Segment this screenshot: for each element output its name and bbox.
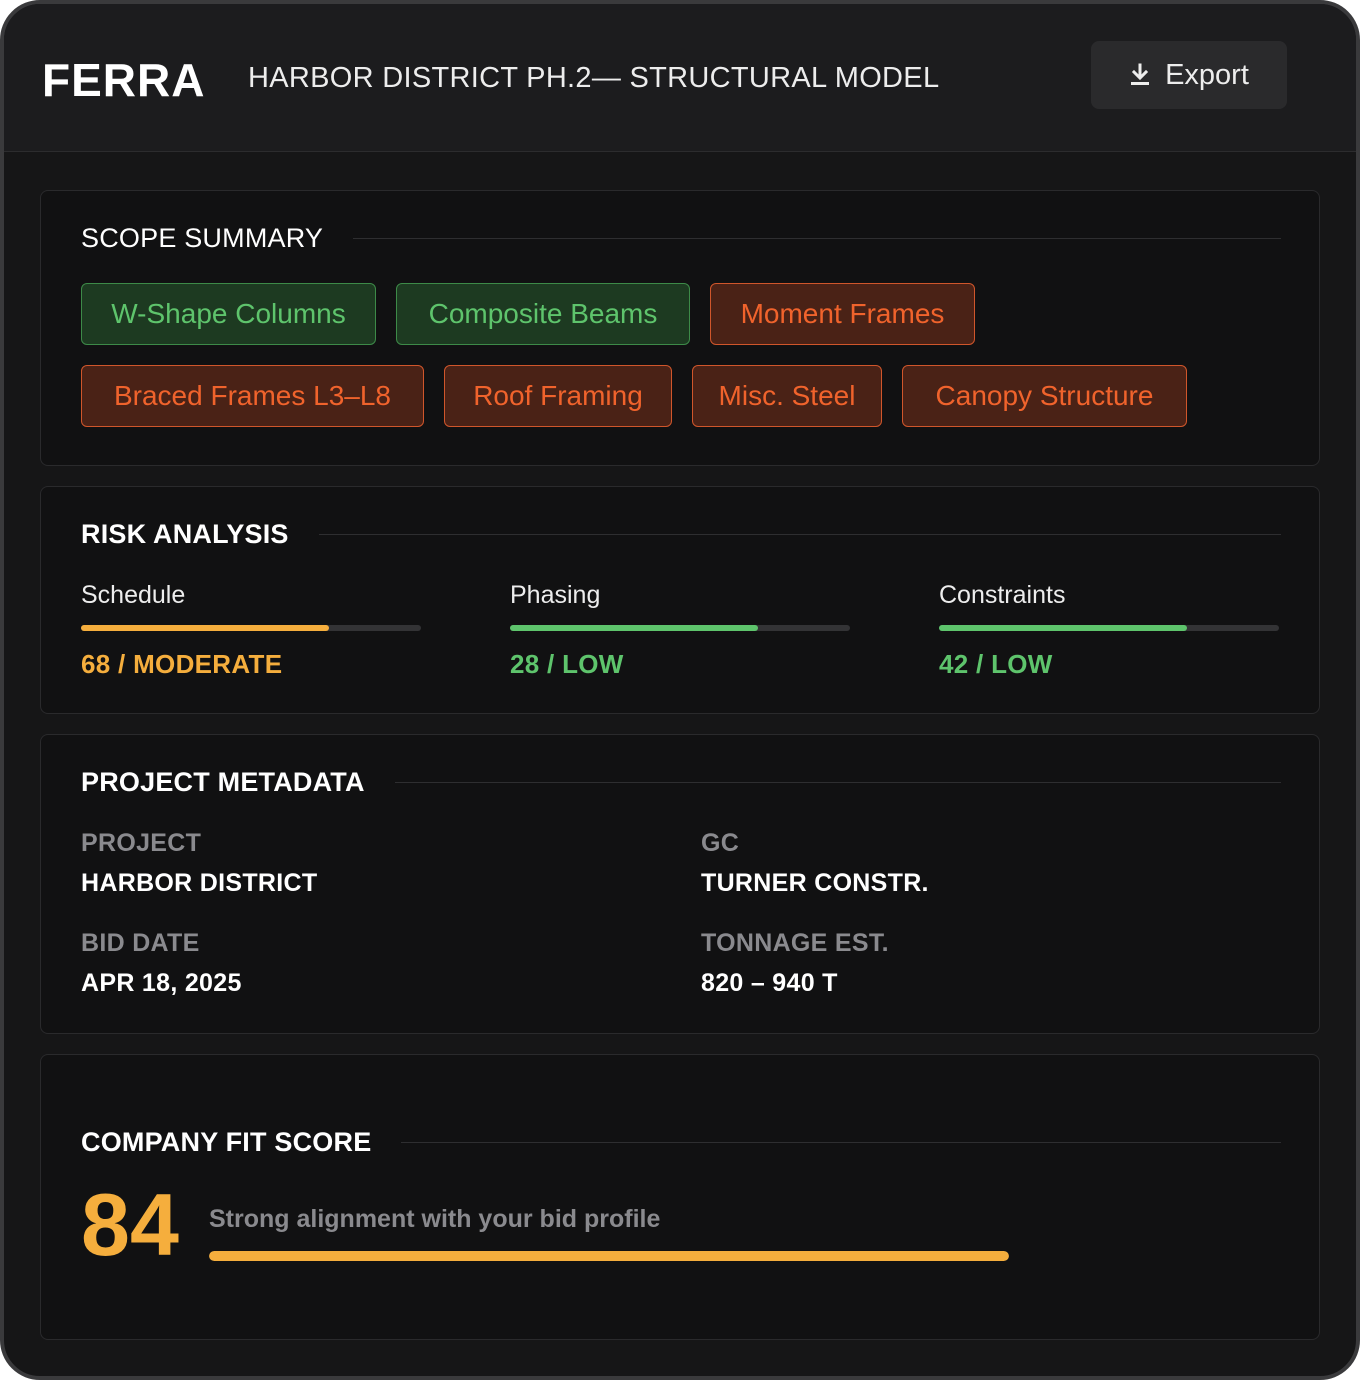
risk-bar-fill <box>939 625 1188 631</box>
download-icon <box>1131 63 1150 85</box>
risk-bar-fill <box>510 625 759 631</box>
risk-bar-constraints <box>939 625 1279 631</box>
risk-analysis-title: RISK ANALYSIS <box>81 519 289 549</box>
meta-key-project: PROJECT <box>81 829 202 857</box>
project-metadata-card: PROJECT METADATA PROJECT HARBOR DISTRICT… <box>40 734 1320 1034</box>
fit-score-description: Strong alignment with your bid profile <box>209 1205 661 1233</box>
scope-tag[interactable]: Roof Framing <box>444 365 672 427</box>
scope-tag-label: Misc. Steel <box>718 380 856 411</box>
export-button[interactable]: Export <box>1091 41 1287 109</box>
scope-summary-card: SCOPE SUMMARY W-Shape Columns Composite … <box>40 190 1320 466</box>
scope-tag[interactable]: Canopy Structure <box>902 365 1187 427</box>
brand-logo: FERRA <box>42 54 206 106</box>
header-bar: FERRA HARBOR DISTRICT PH.2— STRUCTURAL M… <box>4 4 1356 152</box>
risk-bar-fill <box>81 625 330 631</box>
risk-value-constraints: 42 / LOW <box>939 649 1053 679</box>
meta-key-bid-date: BID DATE <box>81 929 200 957</box>
meta-key-gc: GC <box>701 829 740 857</box>
project-metadata-header: PROJECT METADATA <box>81 767 1281 798</box>
scope-summary-title: SCOPE SUMMARY <box>81 223 324 253</box>
section-divider <box>353 238 1281 239</box>
risk-label-constraints: Constraints <box>939 581 1066 609</box>
scope-tag-label: Canopy Structure <box>935 380 1154 411</box>
company-fit-header: COMPANY FIT SCORE <box>81 1127 1281 1158</box>
risk-bar-schedule <box>81 625 421 631</box>
risk-analysis-card: RISK ANALYSIS Schedule 68 / MODERATE Pha… <box>40 486 1320 714</box>
fit-score-value: 84 <box>81 1175 179 1274</box>
scope-tag-label: W-Shape Columns <box>111 298 346 329</box>
scope-tag[interactable]: Composite Beams <box>396 283 690 345</box>
risk-bar-phasing <box>510 625 850 631</box>
scope-tag-label: Moment Frames <box>740 298 945 329</box>
fit-score-bar-fill <box>209 1251 1009 1261</box>
meta-value-tonnage: 820 – 940 T <box>701 969 838 997</box>
scope-tag[interactable]: Misc. Steel <box>692 365 882 427</box>
scope-tag[interactable]: Moment Frames <box>710 283 975 345</box>
fit-score-bar <box>209 1251 1009 1261</box>
scope-tag-label: Composite Beams <box>428 298 658 329</box>
section-divider <box>318 534 1281 535</box>
risk-value-schedule: 68 / MODERATE <box>81 649 283 679</box>
section-divider <box>394 782 1281 783</box>
meta-value-gc: TURNER CONSTR. <box>701 869 929 897</box>
section-divider <box>401 1142 1281 1143</box>
scope-tag[interactable]: Braced Frames L3–L8 <box>81 365 424 427</box>
risk-analysis-header: RISK ANALYSIS <box>81 519 1281 550</box>
risk-label-schedule: Schedule <box>81 581 186 609</box>
risk-label-phasing: Phasing <box>510 581 601 609</box>
company-fit-card: COMPANY FIT SCORE 84 Strong alignment wi… <box>40 1054 1320 1340</box>
meta-value-bid-date: APR 18, 2025 <box>81 969 242 997</box>
project-metadata-title: PROJECT METADATA <box>81 767 365 797</box>
export-button-label: Export <box>1165 58 1249 91</box>
scope-tag[interactable]: W-Shape Columns <box>81 283 376 345</box>
scope-tag-label: Roof Framing <box>473 380 643 411</box>
page-title: HARBOR DISTRICT PH.2— STRUCTURAL MODEL <box>248 62 940 94</box>
risk-value-phasing: 28 / LOW <box>510 649 624 679</box>
scope-summary-header: SCOPE SUMMARY <box>81 223 1281 254</box>
scope-tag-label: Braced Frames L3–L8 <box>113 380 392 411</box>
app-window: FERRA HARBOR DISTRICT PH.2— STRUCTURAL M… <box>0 0 1360 1380</box>
company-fit-title: COMPANY FIT SCORE <box>81 1127 372 1157</box>
meta-value-project: HARBOR DISTRICT <box>81 869 318 897</box>
meta-key-tonnage: TONNAGE EST. <box>701 929 889 957</box>
